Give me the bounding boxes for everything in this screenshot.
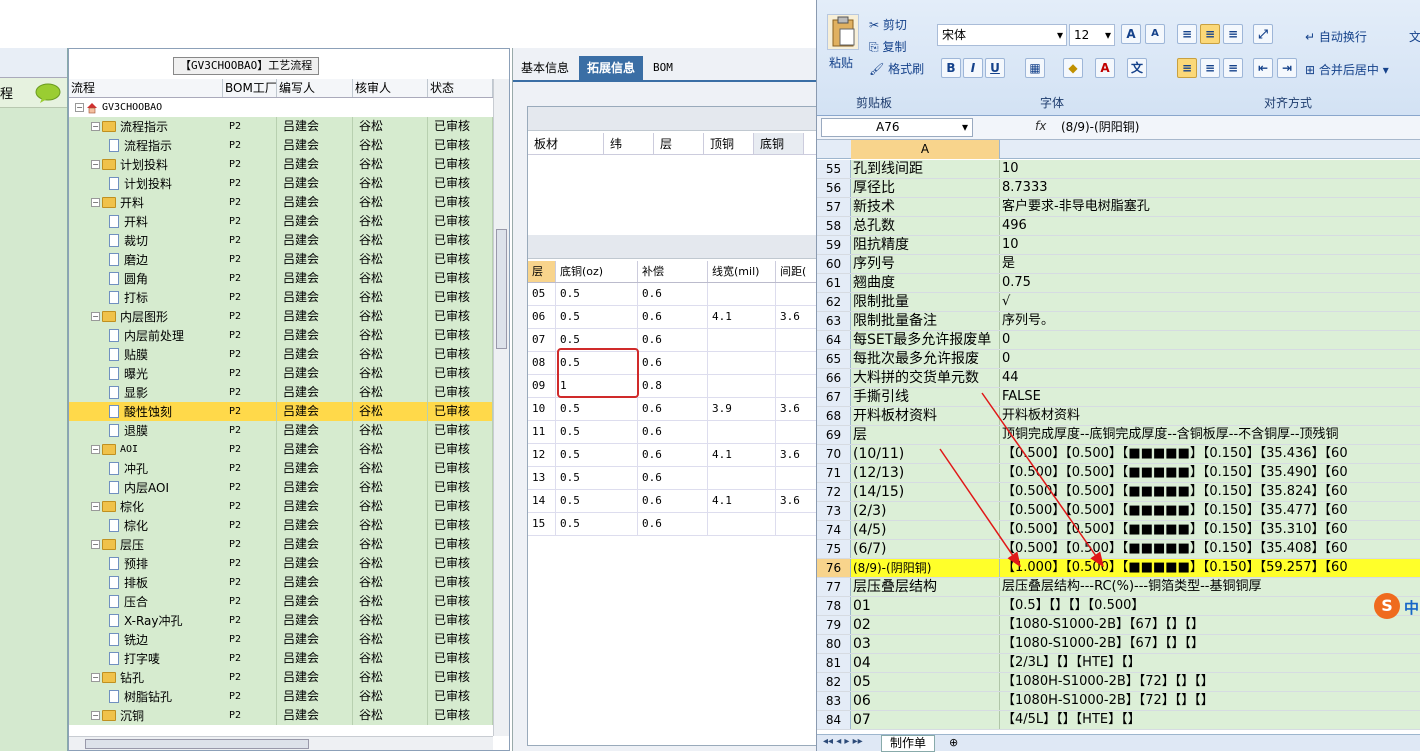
annotation-arrows	[939, 392, 1104, 568]
annotation-arrow	[981, 392, 1104, 568]
annotation-arrow	[939, 448, 1021, 568]
